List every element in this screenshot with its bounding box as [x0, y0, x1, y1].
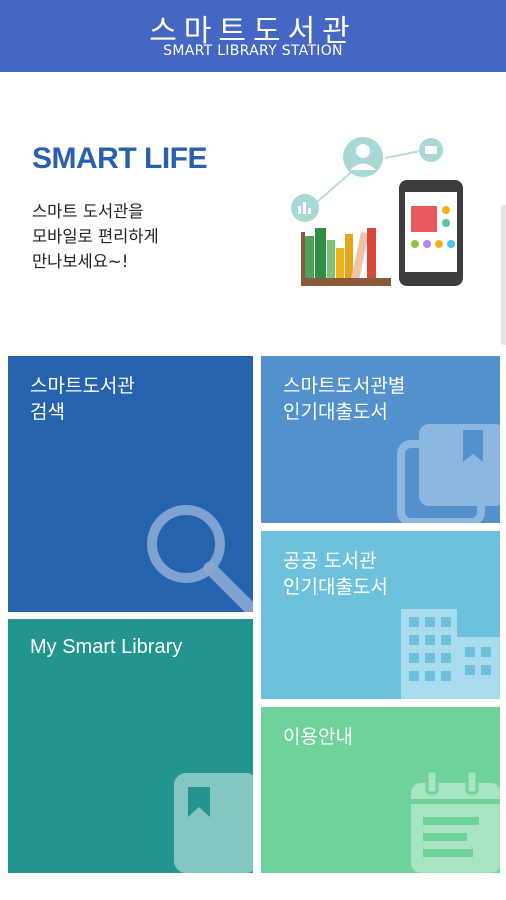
magnifier-icon [147, 505, 253, 612]
calendar-icon [411, 769, 500, 873]
smart-library-illustration [291, 137, 463, 286]
hero-description: 스마트 도서관을 모바일로 편리하게 만나보세요~! [32, 202, 159, 271]
tile-label-public-popular: 공공 도서관 인기대출도서 [283, 550, 388, 598]
hero-headline: SMART LIFE [32, 142, 208, 175]
bookshelf-icon [301, 228, 391, 286]
tile-usage-guide[interactable]: 이용안내 [261, 707, 500, 873]
bookmark-book-icon [174, 773, 253, 873]
tile-label-station-popular: 스마트도서관별 인기대출도서 [283, 375, 406, 423]
books-icon [397, 424, 500, 523]
message-bubble-icon [419, 138, 443, 162]
tile-station-popular-books[interactable]: 스마트도서관별 인기대출도서 [261, 356, 500, 523]
tile-my-smart-library[interactable]: My Smart Library [8, 619, 253, 873]
hero-banner: SMART LIFE 스마트 도서관을 모바일로 편리하게 만나보세요~! [0, 72, 506, 354]
tile-label-guide: 이용안내 [283, 726, 353, 748]
smartphone-icon [399, 180, 463, 286]
app-header: 스마트도서관 SMART LIBRARY STATION [0, 0, 506, 72]
tile-label-my-library: My Smart Library [30, 636, 183, 658]
tile-public-popular-books[interactable]: 공공 도서관 인기대출도서 [261, 531, 500, 699]
building-icon [401, 609, 500, 699]
scroll-edge-indicator [501, 205, 506, 345]
user-icon [343, 137, 383, 177]
tile-library-search[interactable]: 스마트도서관 검색 [8, 356, 253, 612]
app-subtitle: SMART LIBRARY STATION [163, 43, 343, 59]
tile-label-search: 스마트도서관 검색 [30, 375, 135, 423]
chart-bubble-icon [291, 194, 319, 222]
